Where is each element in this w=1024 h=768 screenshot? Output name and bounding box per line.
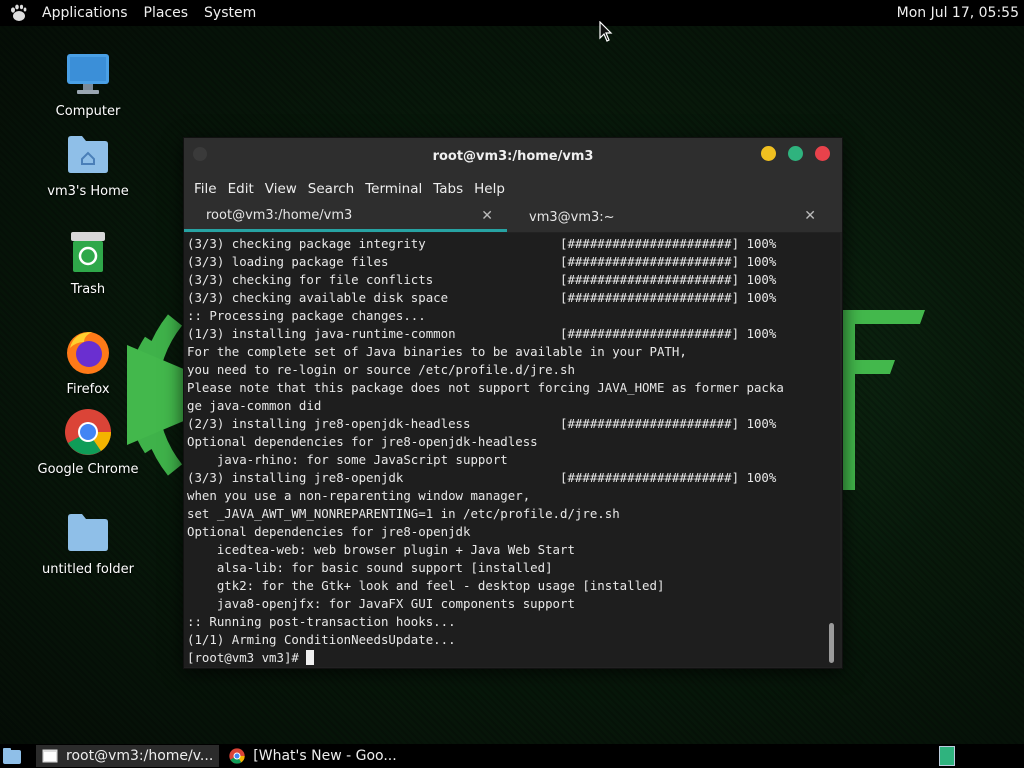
menu-search[interactable]: Search [304,181,361,197]
terminal-line: (3/3) checking package integrity [######… [187,236,777,251]
tab-close-icon[interactable]: ✕ [804,208,816,224]
terminal-line: (3/3) checking available disk space [###… [187,290,777,305]
desktop-icon-trash[interactable]: Trash [33,228,143,297]
terminal-line: set _JAVA_AWT_WM_NONREPARENTING=1 in /et… [187,506,620,521]
window-titlebar[interactable]: root@vm3:/home/vm3 [184,138,842,175]
terminal-line: icedtea-web: web browser plugin + Java W… [187,542,575,557]
terminal-line: For the complete set of Java binaries to… [187,344,687,359]
terminal-line: (2/3) installing jre8-openjdk-headless [… [187,416,777,431]
desktop-icon-computer[interactable]: Computer [33,50,143,119]
tab-vm3[interactable]: vm3@vm3:~ ✕ [507,202,830,232]
close-button[interactable] [815,146,830,161]
terminal-line: :: Processing package changes... [187,308,426,323]
menu-view[interactable]: View [261,181,304,197]
tab-bar: root@vm3:/home/vm3 ✕ vm3@vm3:~ ✕ [184,202,842,232]
desktop-icon-label: Google Chrome [37,462,139,477]
text-cursor [306,650,315,665]
terminal-menubar: File Edit View Search Terminal Tabs Help [184,175,842,202]
terminal-line: java-rhino: for some JavaScript support [187,452,508,467]
prompt-text: [root@vm3 vm3]# [187,650,307,665]
terminal-line: Please note that this package does not s… [187,380,784,395]
menu-edit[interactable]: Edit [224,181,261,197]
terminal-line: (1/3) installing java-runtime-common [##… [187,326,777,341]
desktop-icon-home[interactable]: vm3's Home [33,130,143,199]
menu-applications[interactable]: Applications [34,5,136,21]
terminal-line: (3/3) checking for file conflicts [#####… [187,272,777,287]
taskbar-item-terminal[interactable]: root@vm3:/home/v... [36,745,220,767]
terminal-line: gtk2: for the Gtk+ look and feel - deskt… [187,578,665,593]
desktop-icon-label: untitled folder [41,562,134,577]
tab-root[interactable]: root@vm3:/home/vm3 ✕ [184,202,507,232]
terminal-line: (1/1) Arming ConditionNeedsUpdate... [187,632,456,647]
terminal-line: alsa-lib: for basic sound support [insta… [187,560,553,575]
trash-icon [64,228,112,276]
menu-tabs[interactable]: Tabs [429,181,470,197]
gnome-foot-icon[interactable] [8,3,28,23]
home-folder-icon [64,130,112,178]
terminal-line: ge java-common did [187,398,322,413]
tab-label: root@vm3:/home/vm3 [206,208,353,223]
terminal-line: :: Running post-transaction hooks... [187,614,456,629]
minimize-button[interactable] [761,146,776,161]
chrome-icon [64,408,112,456]
terminal-line: (3/3) installing jre8-openjdk [#########… [187,470,777,485]
terminal-icon [42,748,58,764]
terminal-lines: (3/3) checking package integrity [######… [184,233,840,667]
window-menu-icon[interactable] [193,147,207,161]
folder-icon [64,508,112,556]
desktop-icon-chrome[interactable]: Google Chrome [33,408,143,477]
clock[interactable]: Mon Jul 17, 05:55 [897,5,1019,21]
taskbar-item-chrome[interactable]: [What's New - Goo... [223,745,402,767]
tab-label: vm3@vm3:~ [529,209,615,225]
taskbar-item-label: root@vm3:/home/v... [66,748,214,764]
terminal-line: Optional dependencies for jre8-openjdk [187,524,471,539]
window-title: root@vm3:/home/vm3 [432,149,594,164]
menu-system[interactable]: System [196,5,264,21]
terminal-line: java8-openjfx: for JavaFX GUI components… [187,596,575,611]
chrome-icon [229,748,245,764]
menu-places[interactable]: Places [136,5,197,21]
desktop-icon-label: Trash [70,282,106,297]
menu-file[interactable]: File [190,181,224,197]
terminal-line: you need to re-login or source /etc/prof… [187,362,575,377]
workspace-switcher[interactable] [939,746,955,766]
terminal-output[interactable]: (3/3) checking package integrity [######… [184,233,840,667]
terminal-window[interactable]: root@vm3:/home/vm3 File Edit View Search… [183,137,843,669]
menu-help[interactable]: Help [470,181,512,197]
show-desktop-icon[interactable] [2,747,22,765]
top-panel: Applications Places System Mon Jul 17, 0… [0,0,1024,26]
terminal-line: Optional dependencies for jre8-openjdk-h… [187,434,538,449]
scrollbar-thumb[interactable] [829,623,834,663]
terminal-line: (3/3) loading package files [###########… [187,254,777,269]
desktop-icon-firefox[interactable]: Firefox [33,328,143,397]
tab-close-icon[interactable]: ✕ [481,208,493,224]
firefox-icon [64,328,112,376]
menu-terminal[interactable]: Terminal [361,181,429,197]
terminal-line: when you use a non-reparenting window ma… [187,488,531,503]
bottom-panel: root@vm3:/home/v... [What's New - Goo... [0,744,1024,768]
desktop-icon-untitled-folder[interactable]: untitled folder [33,508,143,577]
desktop-icon-label: Firefox [66,382,110,397]
terminal-prompt: [root@vm3 vm3]# [187,649,840,667]
mouse-cursor-icon [599,21,613,42]
desktop-icon-label: vm3's Home [47,184,129,199]
computer-icon [64,50,112,98]
taskbar-item-label: [What's New - Goo... [253,748,397,764]
maximize-button[interactable] [788,146,803,161]
desktop-icon-label: Computer [55,104,121,119]
